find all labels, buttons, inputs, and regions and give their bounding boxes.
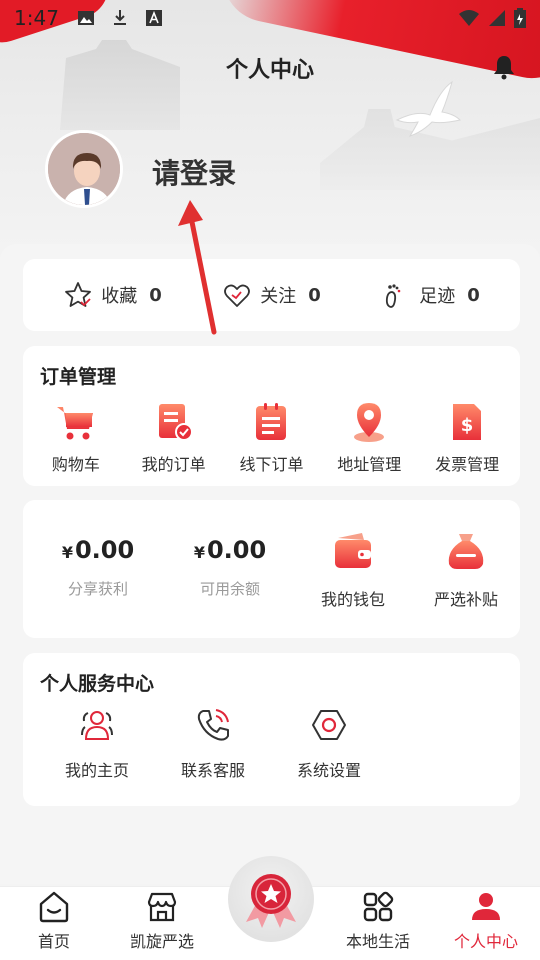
stat-favorites[interactable]: 收藏 0 bbox=[63, 280, 162, 310]
available-balance[interactable]: ¥0.00 可用余额 bbox=[175, 536, 285, 599]
order-item-address[interactable]: 地址管理 bbox=[321, 401, 417, 475]
cart-icon bbox=[56, 407, 93, 440]
stat-label: 收藏 bbox=[101, 286, 138, 307]
nav-local-life[interactable]: 本地生活 bbox=[324, 887, 432, 960]
services-card: 个人服务中心 我的主页 联系客服 系统设置 bbox=[23, 653, 520, 806]
clipboard-icon bbox=[256, 403, 287, 440]
balance-value: 0.00 bbox=[206, 536, 267, 564]
signal-icon bbox=[489, 10, 505, 26]
order-item-label: 发票管理 bbox=[435, 455, 500, 474]
stat-count: 0 bbox=[149, 284, 162, 306]
location-icon bbox=[354, 403, 385, 442]
dove-icon bbox=[395, 80, 461, 137]
stat-footprints[interactable]: 足迹 0 bbox=[381, 280, 480, 310]
order-item-invoice[interactable]: $ 发票管理 bbox=[419, 401, 515, 475]
nav-store[interactable]: 凯旋严选 bbox=[108, 887, 216, 960]
share-profit-value: 0.00 bbox=[74, 536, 135, 564]
nav-home[interactable]: 首页 bbox=[0, 887, 108, 960]
subsidy[interactable]: 严选补贴 bbox=[416, 530, 516, 610]
order-item-offline[interactable]: 线下订单 bbox=[223, 401, 319, 475]
page-title: 个人中心 bbox=[225, 58, 314, 83]
center-badge-button[interactable] bbox=[228, 856, 314, 942]
login-prompt[interactable]: 请登录 bbox=[152, 152, 236, 192]
person-icon bbox=[472, 893, 500, 920]
nav-label: 凯旋严选 bbox=[129, 932, 194, 951]
orders-title: 订单管理 bbox=[40, 366, 117, 388]
share-profit-label: 分享获利 bbox=[67, 580, 128, 598]
badge-icon bbox=[246, 874, 296, 928]
wallet-card: ¥0.00 分享获利 ¥0.00 可用余额 我的钱包 严选补贴 bbox=[23, 500, 520, 638]
stat-count: 0 bbox=[467, 284, 480, 306]
stat-label: 足迹 bbox=[419, 286, 456, 307]
settings-icon bbox=[312, 710, 346, 740]
bell-icon[interactable] bbox=[492, 54, 516, 80]
svg-text:$: $ bbox=[461, 415, 474, 436]
money-bag-icon bbox=[448, 534, 484, 569]
service-label: 联系客服 bbox=[180, 761, 245, 780]
wallet-label: 我的钱包 bbox=[320, 590, 385, 609]
star-icon bbox=[65, 282, 92, 307]
status-time: 1:47 bbox=[14, 6, 59, 30]
service-label: 我的主页 bbox=[64, 761, 129, 780]
currency-symbol: ¥ bbox=[61, 543, 73, 562]
currency-symbol: ¥ bbox=[193, 543, 205, 562]
balance-label: 可用余额 bbox=[199, 580, 260, 598]
download-icon bbox=[113, 10, 126, 25]
orders-card: 订单管理 购物车 我的订单 线下订单 地址管理 $ 发票管理 bbox=[23, 346, 520, 486]
stat-label: 关注 bbox=[260, 286, 297, 307]
nav-label: 本地生活 bbox=[345, 932, 410, 951]
store-icon bbox=[147, 892, 177, 922]
services-title: 个人服务中心 bbox=[40, 673, 155, 695]
service-label: 系统设置 bbox=[296, 761, 361, 780]
grid-icon bbox=[363, 891, 394, 922]
order-item-cart[interactable]: 购物车 bbox=[28, 401, 124, 475]
battery-icon bbox=[514, 8, 526, 28]
nav-label: 个人中心 bbox=[453, 932, 518, 951]
subsidy-label: 严选补贴 bbox=[433, 590, 498, 609]
order-item-my-orders[interactable]: 我的订单 bbox=[126, 401, 222, 475]
order-item-label: 线下订单 bbox=[239, 455, 304, 474]
wifi-icon bbox=[459, 10, 479, 26]
annotation-arrow-icon bbox=[178, 200, 217, 335]
order-item-label: 购物车 bbox=[51, 455, 100, 474]
share-profit[interactable]: ¥0.00 分享获利 bbox=[43, 536, 153, 599]
nav-profile[interactable]: 个人中心 bbox=[432, 887, 540, 960]
font-icon bbox=[145, 10, 162, 26]
service-system-settings[interactable]: 系统设置 bbox=[281, 707, 377, 781]
order-icon bbox=[158, 404, 193, 441]
image-icon bbox=[77, 11, 94, 25]
service-contact-support[interactable]: 联系客服 bbox=[165, 707, 261, 781]
invoice-icon: $ bbox=[453, 404, 482, 440]
phone-icon bbox=[197, 709, 229, 741]
footprint-icon bbox=[386, 284, 401, 308]
stats-card: 收藏 0 关注 0 足迹 0 bbox=[23, 259, 520, 331]
my-wallet[interactable]: 我的钱包 bbox=[303, 530, 403, 610]
order-item-label: 我的订单 bbox=[141, 455, 206, 474]
wallet-icon bbox=[335, 533, 371, 568]
stat-count: 0 bbox=[308, 284, 321, 306]
service-my-homepage[interactable]: 我的主页 bbox=[49, 707, 145, 781]
status-bar: 1:47 bbox=[0, 0, 540, 36]
home-icon bbox=[39, 891, 69, 923]
order-item-label: 地址管理 bbox=[337, 455, 402, 474]
nav-label: 首页 bbox=[37, 932, 70, 951]
avatar[interactable] bbox=[45, 130, 123, 208]
users-icon bbox=[81, 711, 113, 740]
stat-following[interactable]: 关注 0 bbox=[222, 280, 321, 310]
